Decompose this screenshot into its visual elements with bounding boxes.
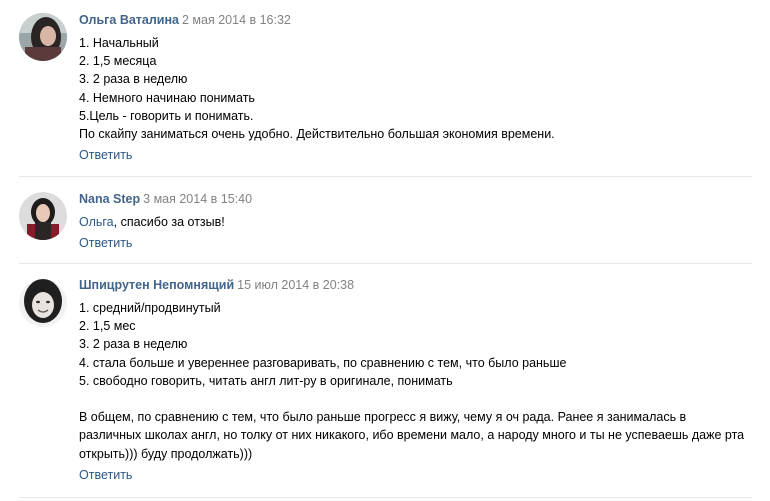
reply-link[interactable]: Ответить <box>79 466 132 484</box>
comment-date[interactable]: 2 мая 2014 в 16:32 <box>182 13 291 27</box>
avatar[interactable] <box>19 192 67 240</box>
comment-date[interactable]: 15 июл 2014 в 20:38 <box>237 278 354 292</box>
comment-date[interactable]: 3 мая 2014 в 15:40 <box>143 192 252 206</box>
user-photo-icon <box>19 279 67 327</box>
avatar[interactable] <box>19 279 67 327</box>
reply-link[interactable]: Ответить <box>79 234 132 252</box>
comment-line: 1. средний/продвинутый <box>79 301 221 315</box>
comment-paragraph: В общем, по сравнению с тем, что было ра… <box>79 410 745 461</box>
comment-text: 1. Начальный 2. 1,5 месяца 3. 2 раза в н… <box>79 34 752 143</box>
comment-text: 1. средний/продвинутый 2. 1,5 мес 3. 2 р… <box>79 299 752 463</box>
comment-line: 4. стала больше и увереннее разговариват… <box>79 355 567 370</box>
comment-divider <box>19 497 752 498</box>
comment-text: Ольга, спасибо за отзыв! <box>79 213 752 231</box>
comment-divider <box>19 176 752 177</box>
comment-line: По скайпу заниматься очень удобно. Дейст… <box>79 127 555 142</box>
comment-line: 2. 1,5 месяца <box>79 54 157 69</box>
author-name[interactable]: Шпицрутен Непомнящий <box>79 278 234 292</box>
user-photo-icon <box>19 192 67 240</box>
mention-link[interactable]: Ольга <box>79 215 114 229</box>
comment-header: Ольга Ваталина 2 мая 2014 в 16:32 <box>79 11 752 29</box>
author-name[interactable]: Ольга Ваталина <box>79 13 179 27</box>
comment-line: 3. 2 раза в неделю <box>79 337 188 352</box>
comment-line: 1. Начальный <box>79 36 159 50</box>
comment-line: 2. 1,5 мес <box>79 319 136 334</box>
comment-header: Nana Step 3 мая 2014 в 15:40 <box>79 190 752 208</box>
comment-line: 4. Немного начинаю понимать <box>79 90 255 105</box>
reply-link[interactable]: Ответить <box>79 146 132 164</box>
comment-blank-line <box>79 390 752 408</box>
avatar[interactable] <box>19 13 67 61</box>
comment-header: Шпицрутен Непомнящий 15 июл 2014 в 20:38 <box>79 276 752 294</box>
comment-line: 5.Цель - говорить и понимать. <box>79 108 254 123</box>
comment-text-rest: , спасибо за отзыв! <box>113 215 225 229</box>
comment-line: Ольга, спасибо за отзыв! <box>79 213 752 231</box>
comment-line: 3. 2 раза в неделю <box>79 72 188 87</box>
user-photo-icon <box>19 13 67 61</box>
comment-divider <box>19 263 752 264</box>
author-name[interactable]: Nana Step <box>79 192 140 206</box>
comment-line: 5. свободно говорить, читать англ лит-ру… <box>79 373 453 388</box>
